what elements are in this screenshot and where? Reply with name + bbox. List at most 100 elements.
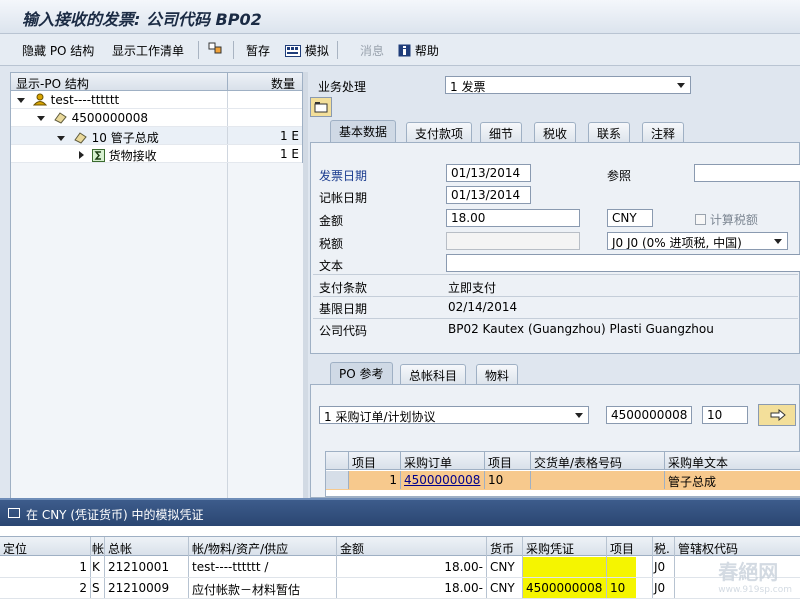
company-code-value: BP02 Kautex (Guangzhou) Plasti Guangzhou <box>448 322 714 336</box>
cell-position: 2 <box>79 581 87 595</box>
cell-description: 应付帐款－材料暂估 <box>188 578 336 598</box>
document-flow-icon <box>74 132 87 144</box>
po-item-field[interactable]: 10 <box>702 406 748 424</box>
cell-tax: J0 <box>652 557 674 577</box>
col-po: 采购凭证 <box>522 537 606 557</box>
layout-icon[interactable] <box>208 42 222 57</box>
cell-po: 4500000008 <box>522 578 606 598</box>
tax-amount-field[interactable] <box>446 232 580 250</box>
table-row[interactable]: 1 K 21210001 test----tttttt / 18.00- CNY… <box>0 557 800 578</box>
po-items-table: 项目 采购订单 项目 交货单/表格号码 采购单文本 1 4500000008 1… <box>325 451 800 497</box>
messages-button[interactable]: 消息 <box>360 42 384 59</box>
text-label: 文本 <box>319 259 344 273</box>
po-number-field[interactable]: 4500000008 <box>606 406 692 424</box>
reference-field[interactable] <box>694 164 800 182</box>
col-item: 项目 <box>348 452 400 470</box>
basic-data-panel: 发票日期 01/13/2014 参照 记帐日期 01/13/2014 金额 18… <box>310 142 800 354</box>
cell-po-text: 管子总成 <box>664 471 800 489</box>
tab-details[interactable]: 细节 <box>480 122 523 142</box>
panel-splitter[interactable] <box>303 72 308 502</box>
cell-po-link[interactable]: 4500000008 <box>400 471 484 489</box>
tree-row-item[interactable]: 10 管子总成 1 E <box>11 127 302 145</box>
folder-icon <box>314 102 328 113</box>
tree-row-qty <box>227 109 303 126</box>
expand-down-icon[interactable] <box>57 136 65 141</box>
payment-terms-label: 支付条款 <box>319 281 368 295</box>
col-jurisdiction: 管辖权代码 <box>674 537 800 557</box>
simulation-popup-title[interactable]: 在 CNY (凭证货币) 中的模拟凭证 <box>0 498 800 526</box>
document-flow-icon <box>54 112 67 124</box>
cell-position: 1 <box>79 560 87 574</box>
invoice-date-field[interactable]: 01/13/2014 <box>446 164 531 182</box>
tab-gl-account[interactable]: 总帐科目 <box>400 364 467 384</box>
cell-key: K <box>90 557 104 577</box>
tab-basic-data[interactable]: 基本数据 <box>330 120 397 142</box>
help-button[interactable]: 帮助 <box>398 42 439 59</box>
expand-right-icon[interactable] <box>79 151 84 159</box>
cell-gl: 21210009 <box>104 578 188 598</box>
col-delivery: 交货单/表格号码 <box>530 452 664 470</box>
reference-doc-type-select[interactable]: 1 采购订单/计划协议 <box>319 406 589 424</box>
transaction-label: 业务处理 <box>318 80 367 94</box>
calc-tax-checkbox[interactable]: 计算税额 <box>695 211 758 228</box>
tree-row-vendor[interactable]: test----tttttt <box>11 91 302 109</box>
tree-empty-area <box>11 163 227 501</box>
table-row[interactable]: 1 4500000008 10 管子总成 <box>326 471 800 490</box>
tree-row-label: test----tttttt <box>50 93 120 107</box>
cell-currency: CNY <box>486 578 522 598</box>
transfer-button[interactable] <box>758 404 796 426</box>
tab-po-reference[interactable]: PO 参考 <box>330 362 393 384</box>
cell-po-item: 10 <box>484 471 530 489</box>
row-selector[interactable] <box>326 471 348 489</box>
tree-col-structure: 显示-PO 结构 <box>16 77 89 91</box>
col-item: 项目 <box>606 537 652 557</box>
posting-date-field[interactable]: 01/13/2014 <box>446 186 531 204</box>
cell-amount: 18.00- <box>336 578 486 598</box>
simulate-button[interactable]: 模拟 <box>285 42 329 59</box>
col-gl: 总帐 <box>104 537 188 557</box>
show-worklist-button[interactable]: 显示工作清单 <box>112 42 184 59</box>
cell-amount: 18.00- <box>336 557 486 577</box>
divider <box>313 274 798 275</box>
tree-row-goods-receipt[interactable]: 货物接收 1 E <box>11 145 302 163</box>
expand-down-icon[interactable] <box>37 116 45 121</box>
divider <box>313 318 798 319</box>
hide-po-structure-button[interactable]: 隐藏 PO 结构 <box>22 42 94 59</box>
tree-row-label: 10 管子总成 <box>91 131 159 145</box>
calc-tax-label: 计算税额 <box>709 213 758 227</box>
amount-field[interactable]: 18.00 <box>446 209 580 227</box>
currency-field[interactable]: CNY <box>607 209 653 227</box>
hold-button[interactable]: 暂存 <box>246 42 270 59</box>
tab-payment[interactable]: 支付款项 <box>406 122 473 142</box>
col-position: 定位 <box>3 542 28 556</box>
tax-label: 税额 <box>319 237 344 251</box>
cell-delivery <box>530 471 664 489</box>
simulation-popup: 定位 帐 总帐 帐/物料/资产/供应 金额 货币 采购凭证 项目 税. 管辖权代… <box>0 526 800 603</box>
text-field[interactable] <box>446 254 800 272</box>
tab-notes[interactable]: 注释 <box>642 122 685 142</box>
tab-material[interactable]: 物料 <box>476 364 519 384</box>
toolbar-separator <box>233 41 234 59</box>
col-po-item: 项目 <box>484 452 530 470</box>
tax-code-select[interactable]: J0 J0 (0% 进项税, 中国) <box>607 232 788 250</box>
tree-row-po[interactable]: 4500000008 <box>11 109 302 127</box>
cell-gl: 21210001 <box>104 557 188 577</box>
tree-header: 显示-PO 结构 数量 <box>11 73 302 91</box>
cell-description: test----tttttt / <box>188 557 336 577</box>
cell-po <box>522 557 606 577</box>
header-toggle-button[interactable] <box>310 97 332 117</box>
tab-tax[interactable]: 税收 <box>534 122 577 142</box>
popup-title-text: 在 CNY (凭证货币) 中的模拟凭证 <box>26 508 204 522</box>
simulate-icon <box>285 45 301 57</box>
table-row[interactable]: 2 S 21210009 应付帐款－材料暂估 18.00- CNY 450000… <box>0 578 800 599</box>
person-icon <box>32 93 47 106</box>
tree-col-qty: 数量 <box>227 73 303 91</box>
tab-contact[interactable]: 联系 <box>588 122 631 142</box>
simulation-table-header: 定位 帐 总帐 帐/物料/资产/供应 金额 货币 采购凭证 项目 税. 管辖权代… <box>0 536 800 557</box>
expand-down-icon[interactable] <box>17 98 25 103</box>
toolbar-separator <box>198 41 199 59</box>
watermark-url: www.919sp.com <box>718 585 792 595</box>
cell-item: 10 <box>606 578 636 598</box>
transaction-select[interactable]: 1 发票 <box>445 76 691 94</box>
col-key: 帐 <box>90 537 104 557</box>
